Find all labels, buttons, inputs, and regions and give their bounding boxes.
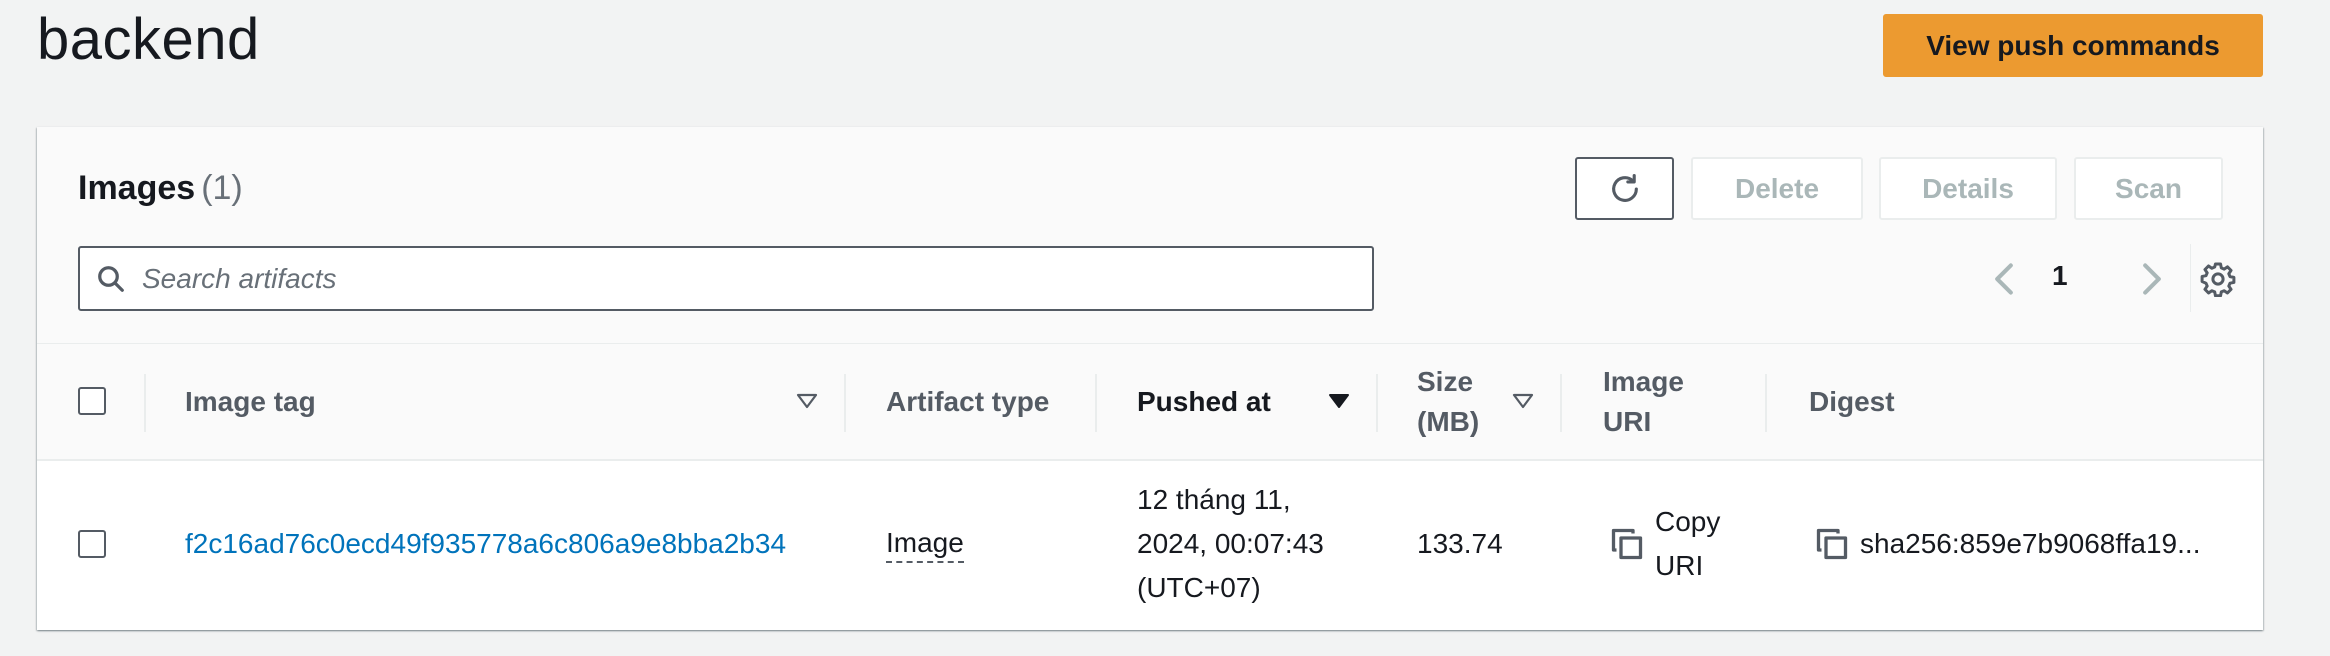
image-uri-header-line2: URI [1603,406,1652,437]
table-header: Image tag Artifact type Pushed at Size (… [37,344,2263,461]
scan-button[interactable]: Scan [2074,157,2223,220]
pushed-at-value: 12 tháng 11, 2024, 00:07:43 (UTC+07) [1137,478,1324,610]
details-button[interactable]: Details [1879,157,2057,220]
sort-icon[interactable] [1512,392,1534,410]
search-input[interactable] [142,254,1362,304]
row-checkbox[interactable] [78,530,106,558]
copy-digest-icon[interactable] [1814,526,1850,562]
table-row: f2c16ad76c0ecd49f935778a6c806a9e8bba2b34… [37,461,2263,630]
artifact-type-value[interactable]: Image [886,525,964,563]
images-title-text: Images [78,169,196,207]
column-header-image-uri[interactable]: Image URI [1603,362,1684,442]
images-panel: Images(1) Delete Details Scan 1 [37,127,2263,630]
column-separator [844,374,846,432]
delete-button[interactable]: Delete [1691,157,1863,220]
sort-icon[interactable] [796,392,818,410]
previous-page-icon[interactable] [1989,262,2019,296]
sort-descending-icon[interactable] [1328,392,1350,410]
view-push-commands-button[interactable]: View push commands [1883,14,2263,77]
column-separator [1560,374,1562,432]
column-separator [144,374,146,432]
next-page-icon[interactable] [2137,262,2167,296]
digest-value: sha256:859e7b9068ffa19... [1860,528,2201,559]
search-icon [98,266,124,292]
refresh-icon [1611,173,1638,202]
column-header-digest[interactable]: Digest [1809,382,1895,422]
page-title: backend [37,7,260,72]
column-separator [1095,374,1097,432]
search-field[interactable] [78,246,1374,311]
column-header-artifact-type[interactable]: Artifact type [886,382,1049,422]
image-tag-link[interactable]: f2c16ad76c0ecd49f935778a6c806a9e8bba2b34 [185,522,786,566]
column-separator [1765,374,1767,432]
column-header-pushed-at[interactable]: Pushed at [1137,382,1271,422]
pagination-divider [2190,244,2191,312]
current-page-number[interactable]: 1 [2052,260,2068,292]
copy-uri-button[interactable]: Copy URI [1655,500,1720,588]
copy-uri-line2: URI [1655,550,1704,581]
images-panel-header: Images(1) Delete Details Scan 1 [37,127,2263,344]
column-separator [1376,374,1378,432]
images-panel-title: Images (1) [78,169,243,208]
copy-uri-line1: Copy [1655,506,1721,537]
pushed-at-timezone: (UTC+07) [1137,572,1261,603]
column-header-size[interactable]: Size (MB) [1417,362,1479,442]
select-all-checkbox[interactable] [78,387,106,415]
size-header-line2: (MB) [1417,406,1480,437]
size-value: 133.74 [1417,528,1503,559]
pushed-at-date: 12 tháng 11, [1137,484,1291,515]
images-count: (1) [201,169,243,207]
column-header-image-tag[interactable]: Image tag [185,382,316,422]
size-header-line1: Size [1417,366,1474,397]
refresh-button[interactable] [1575,157,1674,220]
copy-icon[interactable] [1609,526,1645,562]
pushed-at-time: 2024, 00:07:43 [1137,528,1324,559]
preferences-button[interactable] [2195,256,2241,302]
image-uri-header-line1: Image [1603,366,1684,397]
gear-icon [2200,262,2236,297]
